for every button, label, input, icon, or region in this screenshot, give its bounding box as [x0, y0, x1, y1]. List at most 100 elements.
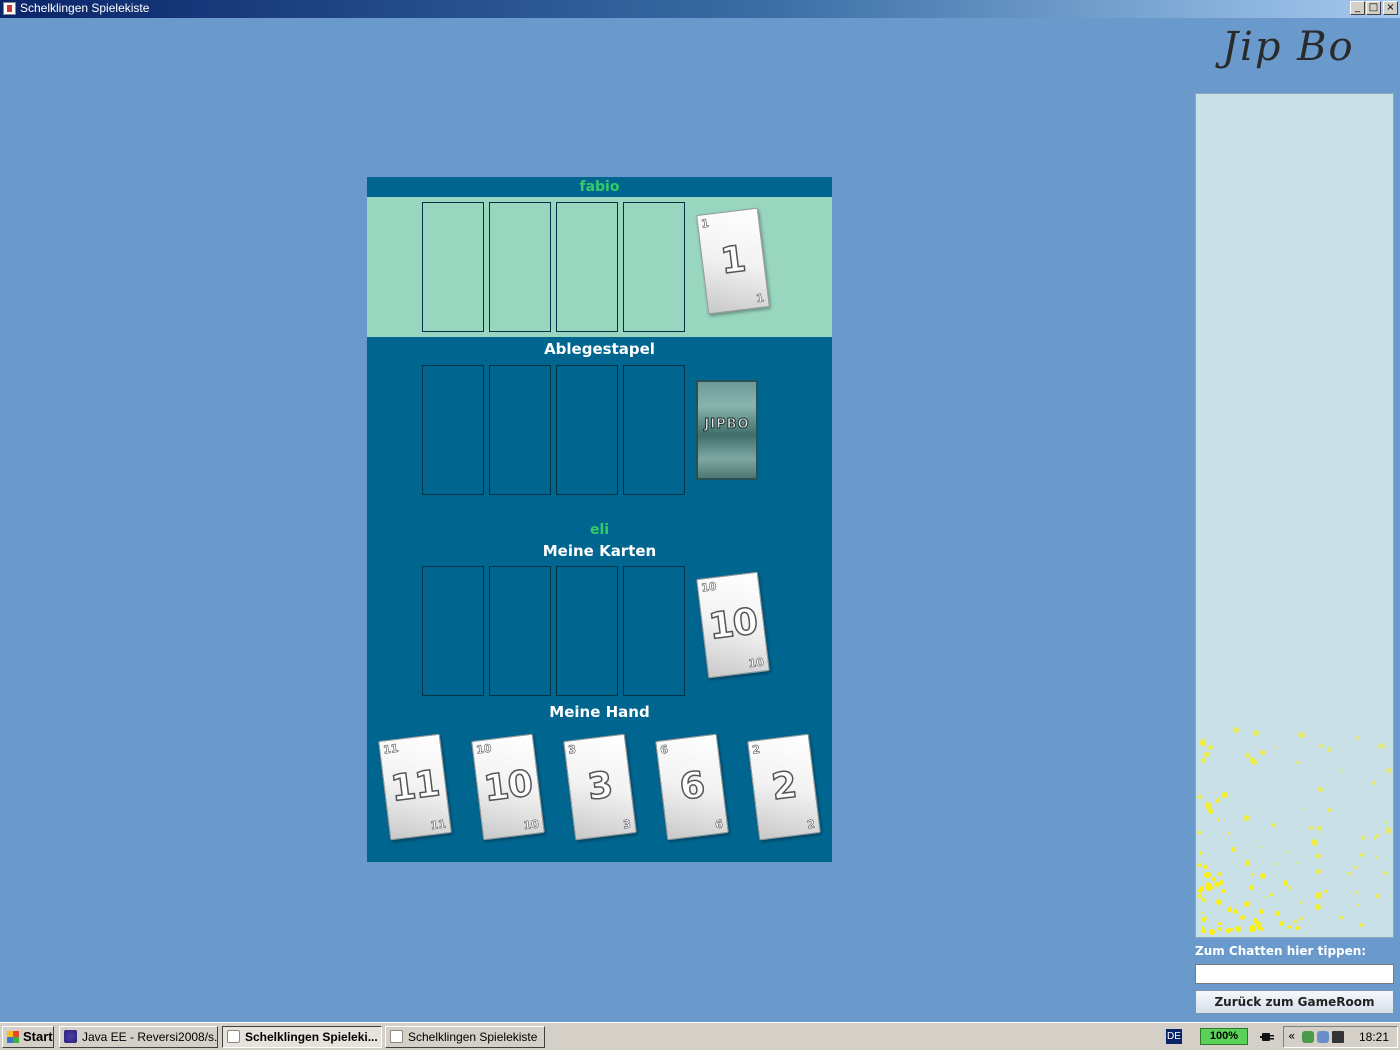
sparkle: [1309, 826, 1313, 830]
sparkle: [1295, 761, 1299, 765]
java-icon: [227, 1030, 240, 1043]
task-label: Schelklingen Spieleki...: [245, 1030, 378, 1044]
sparkle: [1328, 808, 1332, 812]
opponent-side-slot: [623, 202, 685, 332]
my-side-slot[interactable]: [623, 566, 685, 696]
opponent-side-slot: [422, 202, 484, 332]
card-corner-value: 6: [714, 817, 724, 832]
taskbar-item-spielekiste[interactable]: Schelklingen Spielekiste: [385, 1026, 545, 1048]
sparkle: [1216, 817, 1220, 821]
card-corner-value: 2: [751, 742, 761, 757]
start-button[interactable]: Start: [2, 1026, 54, 1048]
sparkle: [1357, 903, 1360, 907]
sparkle: [1295, 925, 1300, 931]
power-plug-icon[interactable]: [1260, 1030, 1276, 1044]
sparkle: [1375, 856, 1378, 859]
card-corner-value: 10: [747, 655, 765, 671]
opponent-name: fabio: [579, 179, 620, 195]
tray-expand-icon[interactable]: «: [1288, 1029, 1295, 1043]
maximize-button[interactable]: □: [1366, 1, 1381, 15]
window-title-bar[interactable]: Schelklingen Spielekiste _ □ ×: [0, 0, 1400, 18]
build-pile-slot[interactable]: [623, 365, 685, 495]
sparkle: [1287, 924, 1292, 929]
sparkle: [1295, 861, 1299, 865]
hand-card[interactable]: 3 3 3: [563, 733, 637, 841]
sparkle: [1272, 822, 1276, 827]
monitor-icon[interactable]: [1332, 1031, 1344, 1043]
minimize-button[interactable]: _: [1350, 1, 1365, 15]
taskbar-item-java-ee[interactable]: Java EE - Reversi2008/s...: [59, 1026, 218, 1048]
card-corner-value: 1: [700, 216, 710, 231]
clock[interactable]: 18:21: [1359, 1030, 1389, 1044]
sparkle: [1299, 916, 1303, 920]
sparkle: [1221, 791, 1228, 798]
hand-card[interactable]: 10 10 10: [471, 733, 545, 841]
sparkle: [1355, 890, 1359, 895]
build-pile-slot[interactable]: [556, 365, 618, 495]
sparkle: [1218, 880, 1224, 885]
game-board: fabio 1 1 1 Ablegestapel JIPBO eli Meine…: [367, 177, 832, 862]
sparkle: [1258, 845, 1262, 849]
build-pile-slot[interactable]: [489, 365, 551, 495]
sparkle: [1198, 851, 1203, 855]
build-pile-slot[interactable]: [422, 365, 484, 495]
sparkle: [1232, 726, 1239, 733]
card-corner-value: 1: [755, 291, 765, 306]
sparkle: [1315, 892, 1322, 899]
my-side-slot[interactable]: [489, 566, 551, 696]
chat-label: Zum Chatten hier tippen:: [1195, 944, 1367, 958]
battery-indicator[interactable]: 100%: [1200, 1028, 1248, 1045]
card-corner-value: 11: [429, 817, 447, 833]
sparkle: [1278, 920, 1285, 927]
sparkle: [1201, 743, 1205, 747]
card-corner-value: 10: [700, 579, 718, 595]
language-indicator[interactable]: DE: [1166, 1029, 1182, 1044]
taskbar-item-spielekiste-active[interactable]: Schelklingen Spieleki...: [222, 1026, 382, 1048]
sparkle: [1318, 787, 1323, 792]
sparkle: [1243, 900, 1250, 907]
network-icon[interactable]: [1302, 1031, 1314, 1043]
sparkle: [1273, 862, 1277, 866]
sparkle: [1327, 746, 1333, 752]
back-to-gameroom-button[interactable]: Zurück zum GameRoom: [1195, 990, 1394, 1014]
speaker-icon[interactable]: [1317, 1031, 1329, 1043]
chat-log[interactable]: [1195, 93, 1394, 938]
sparkle: [1311, 839, 1319, 846]
card-corner-value: 3: [622, 817, 632, 832]
sparkle: [1300, 808, 1303, 811]
sparkle: [1360, 836, 1365, 841]
sparkle: [1216, 899, 1223, 905]
sparkle: [1227, 832, 1230, 835]
sparkle: [1201, 928, 1207, 934]
sparkle: [1231, 846, 1236, 852]
sparkle: [1211, 876, 1216, 882]
my-side-slot[interactable]: [556, 566, 618, 696]
hand-card[interactable]: 6 6 6: [655, 733, 729, 841]
sparkle: [1384, 827, 1392, 834]
sparkle: [1201, 911, 1205, 915]
sparkle: [1314, 903, 1322, 911]
draw-deck[interactable]: JIPBO: [696, 380, 758, 480]
sparkle: [1198, 862, 1203, 867]
hand-card[interactable]: 11 11 11: [378, 733, 452, 841]
sparkle: [1358, 923, 1363, 928]
sparkle: [1205, 802, 1212, 809]
sparkle: [1222, 889, 1226, 893]
sparkle: [1316, 853, 1321, 859]
my-stock-card[interactable]: 10 10 10: [696, 571, 770, 679]
opponent-side-slot: [489, 202, 551, 332]
chat-input[interactable]: [1195, 964, 1394, 984]
sparkle: [1318, 743, 1324, 748]
my-side-slot[interactable]: [422, 566, 484, 696]
card-value: 2: [769, 764, 799, 809]
card-value: 10: [481, 762, 535, 810]
sparkle: [1275, 747, 1278, 750]
sparkle: [1234, 925, 1242, 932]
task-label: Java EE - Reversi2008/s...: [82, 1030, 218, 1044]
card-corner-value: 3: [567, 742, 577, 757]
sparkle: [1217, 871, 1223, 877]
hand-card[interactable]: 2 2 2: [747, 733, 821, 841]
player-name: eli: [589, 522, 610, 538]
jipbo-logo: Jip Bo: [1222, 24, 1355, 70]
close-button[interactable]: ×: [1383, 1, 1398, 15]
